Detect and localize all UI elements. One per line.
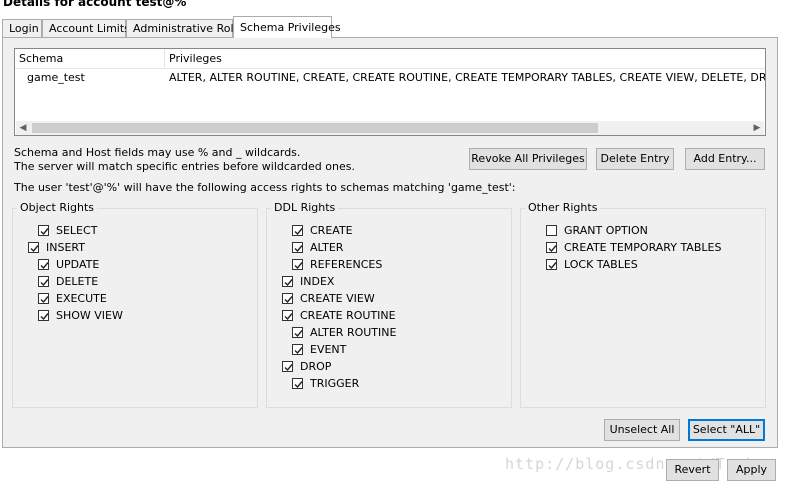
checkmark-icon[interactable] [292, 242, 303, 253]
checkmark-icon[interactable] [38, 276, 49, 287]
checkbox-label: ALTER ROUTINE [310, 326, 397, 339]
checkmark-icon[interactable] [282, 310, 293, 321]
checkbox-label: GRANT OPTION [564, 224, 648, 237]
checkbox-label: TRIGGER [310, 377, 360, 390]
other-rights-title: Other Rights [525, 201, 601, 214]
checkmark-icon[interactable] [292, 344, 303, 355]
checkbox-label: DROP [300, 360, 332, 373]
checkbox-label: INSERT [46, 241, 85, 254]
checkmark-icon[interactable] [38, 293, 49, 304]
tab-login[interactable]: Login [2, 19, 42, 37]
checkmark-icon[interactable] [292, 259, 303, 270]
window-title: Details for account test@% [3, 0, 187, 9]
other-rights-group: Other Rights GRANT OPTION CREATE TEMPORAR… [520, 201, 766, 408]
ddl-rights-title: DDL Rights [271, 201, 339, 214]
checkmark-icon[interactable] [282, 276, 293, 287]
tab-account-limits[interactable]: Account Limits [42, 19, 130, 37]
checkbox-label: DELETE [56, 275, 99, 288]
checkmark-icon[interactable] [546, 259, 557, 270]
object-rights-title: Object Rights [17, 201, 98, 214]
column-header-schema[interactable]: Schema [15, 49, 165, 69]
checkbox-label: SELECT [56, 224, 98, 237]
checkbox-label: UPDATE [56, 258, 100, 271]
checkmark-icon[interactable] [38, 225, 49, 236]
checkmark-icon[interactable] [292, 378, 303, 389]
checkbox-label: REFERENCES [310, 258, 383, 271]
revoke-all-privileges-button[interactable]: Revoke All Privileges [469, 148, 587, 170]
access-rights-description: The user 'test'@'%' will have the follow… [14, 181, 516, 194]
checkmark-icon[interactable] [282, 293, 293, 304]
checkbox-label: CREATE ROUTINE [300, 309, 396, 322]
wildcard-info-line2: The server will match specific entries b… [14, 160, 355, 173]
row-schema-cell[interactable]: game_test [27, 69, 85, 86]
checkbox-label: SHOW VIEW [56, 309, 123, 322]
schema-privileges-grid[interactable]: Schema Privileges game_test ALTER, ALTER… [14, 48, 766, 136]
checkbox-empty-icon[interactable] [546, 225, 557, 236]
select-all-button[interactable]: Select "ALL" [688, 419, 765, 441]
unselect-all-button[interactable]: Unselect All [604, 419, 680, 441]
checkbox-label: INDEX [300, 275, 335, 288]
checkmark-icon[interactable] [38, 259, 49, 270]
wildcard-info-line1: Schema and Host fields may use % and _ w… [14, 146, 301, 159]
tab-schema-privileges[interactable]: Schema Privileges [233, 16, 341, 38]
ddl-rights-group: DDL Rights CREATE ALTER REFERENCES INDEX CRE… [266, 201, 512, 408]
checkbox-label: CREATE TEMPORARY TABLES [564, 241, 722, 254]
tab-administrative-roles[interactable]: Administrative Roles [126, 19, 246, 37]
delete-entry-button[interactable]: Delete Entry [596, 148, 674, 170]
checkmark-icon[interactable] [282, 361, 293, 372]
checkbox-label: EVENT [310, 343, 347, 356]
apply-button[interactable]: Apply [727, 459, 776, 481]
checkbox-label: LOCK TABLES [564, 258, 638, 271]
column-header-privileges[interactable]: Privileges [165, 49, 765, 69]
schema-privileges-panel: Schema Privileges game_test ALTER, ALTER… [2, 37, 778, 448]
revert-button[interactable]: Revert [666, 459, 719, 481]
scroll-left-icon[interactable]: ◀ [16, 121, 30, 135]
checkbox-label: ALTER [310, 241, 344, 254]
checkmark-icon[interactable] [28, 242, 39, 253]
checkbox-label: CREATE VIEW [300, 292, 375, 305]
add-entry-button[interactable]: Add Entry... [685, 148, 765, 170]
checkmark-icon[interactable] [546, 242, 557, 253]
checkmark-icon[interactable] [292, 327, 303, 338]
object-rights-group: Object Rights SELECT INSERT UPDATE DELETE EX… [12, 201, 258, 408]
checkmark-icon[interactable] [292, 225, 303, 236]
checkbox-label: EXECUTE [56, 292, 107, 305]
horizontal-scrollbar[interactable]: ◀ ▶ [16, 121, 764, 135]
row-privileges-cell[interactable]: ALTER, ALTER ROUTINE, CREATE, CREATE ROU… [169, 69, 765, 86]
scroll-right-icon[interactable]: ▶ [750, 121, 764, 135]
scrollbar-thumb[interactable] [32, 123, 598, 133]
checkbox-label: CREATE [310, 224, 353, 237]
checkmark-icon[interactable] [38, 310, 49, 321]
